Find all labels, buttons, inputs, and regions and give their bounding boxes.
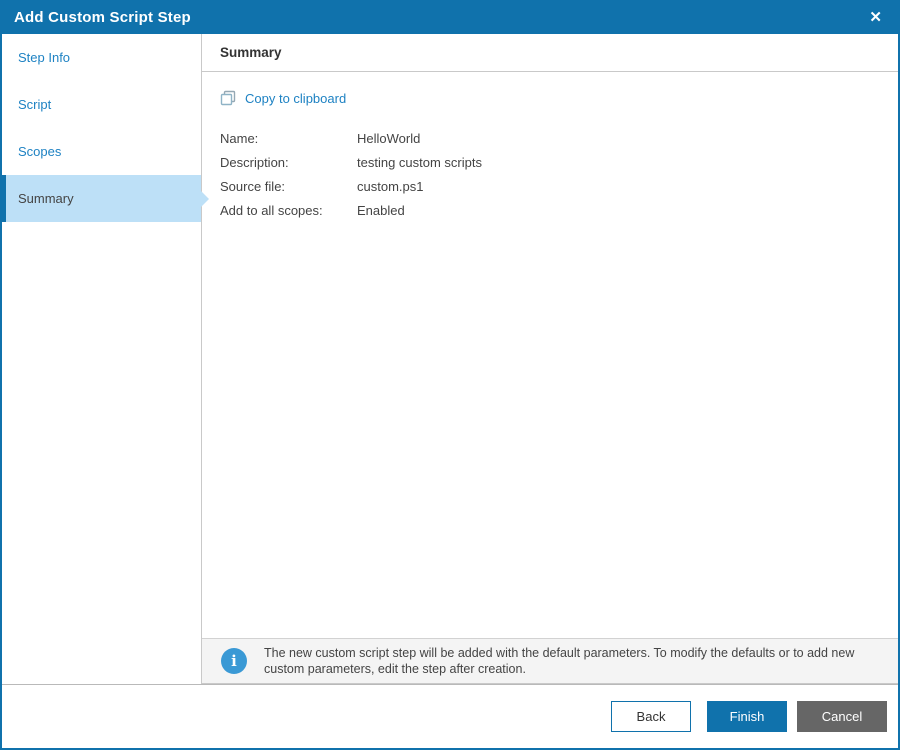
sidebar-item-summary[interactable]: Summary: [2, 175, 201, 222]
field-value: Enabled: [357, 202, 405, 218]
field-value: HelloWorld: [357, 130, 421, 146]
info-note: i The new custom script step will be add…: [202, 638, 898, 684]
field-label: Source file:: [220, 178, 286, 194]
page-title: Summary: [202, 34, 898, 72]
sidebar-item-label: Step Info: [18, 50, 71, 65]
sidebar-item-scopes[interactable]: Scopes: [2, 128, 201, 175]
back-button[interactable]: Back: [611, 701, 691, 732]
dialog-footer: Back Finish Cancel: [2, 684, 898, 748]
sidebar-item-label: Script: [18, 97, 52, 112]
field-label: Name:: [220, 130, 259, 146]
field-row-description: Description: testing custom scripts: [220, 150, 898, 174]
sidebar-item-script[interactable]: Script: [2, 81, 201, 128]
dialog-add-custom-script-step: Add Custom Script Step ✕ Step Info Scrip…: [0, 0, 900, 750]
field-value: custom.ps1: [357, 178, 424, 194]
summary-section: Copy to clipboard Name: HelloWorld Descr…: [202, 72, 898, 638]
field-label: Description:: [220, 154, 289, 170]
copy-icon: [220, 90, 236, 106]
info-note-text: The new custom script step will be added…: [264, 646, 855, 676]
sidebar-item-step-info[interactable]: Step Info: [2, 34, 201, 81]
field-row-add-to-all-scopes: Add to all scopes: Enabled: [220, 198, 898, 222]
field-label: Add to all scopes:: [220, 202, 323, 218]
content-panel: Summary Copy to clipboard Name: HelloWor…: [202, 34, 898, 684]
field-value: testing custom scripts: [357, 154, 482, 170]
summary-fields: Name: HelloWorld Description: testing cu…: [220, 126, 898, 222]
info-icon-glyph: i: [231, 652, 237, 670]
copy-link-label: Copy to clipboard: [245, 90, 347, 106]
copy-to-clipboard-link[interactable]: Copy to clipboard: [220, 90, 898, 106]
sidebar-item-label: Summary: [18, 191, 74, 206]
field-row-name: Name: HelloWorld: [220, 126, 898, 150]
sidebar-item-label: Scopes: [18, 144, 62, 159]
cancel-button[interactable]: Cancel: [797, 701, 887, 732]
wizard-steps-sidebar: Step Info Script Scopes Summary: [2, 34, 202, 684]
dialog-title: Add Custom Script Step: [14, 8, 191, 26]
close-icon[interactable]: ✕: [865, 8, 886, 27]
titlebar: Add Custom Script Step ✕: [2, 0, 898, 34]
finish-button[interactable]: Finish: [707, 701, 787, 732]
field-row-source-file: Source file: custom.ps1: [220, 174, 898, 198]
info-icon: i: [221, 648, 247, 674]
dialog-body: Step Info Script Scopes Summary Summary: [2, 34, 898, 684]
